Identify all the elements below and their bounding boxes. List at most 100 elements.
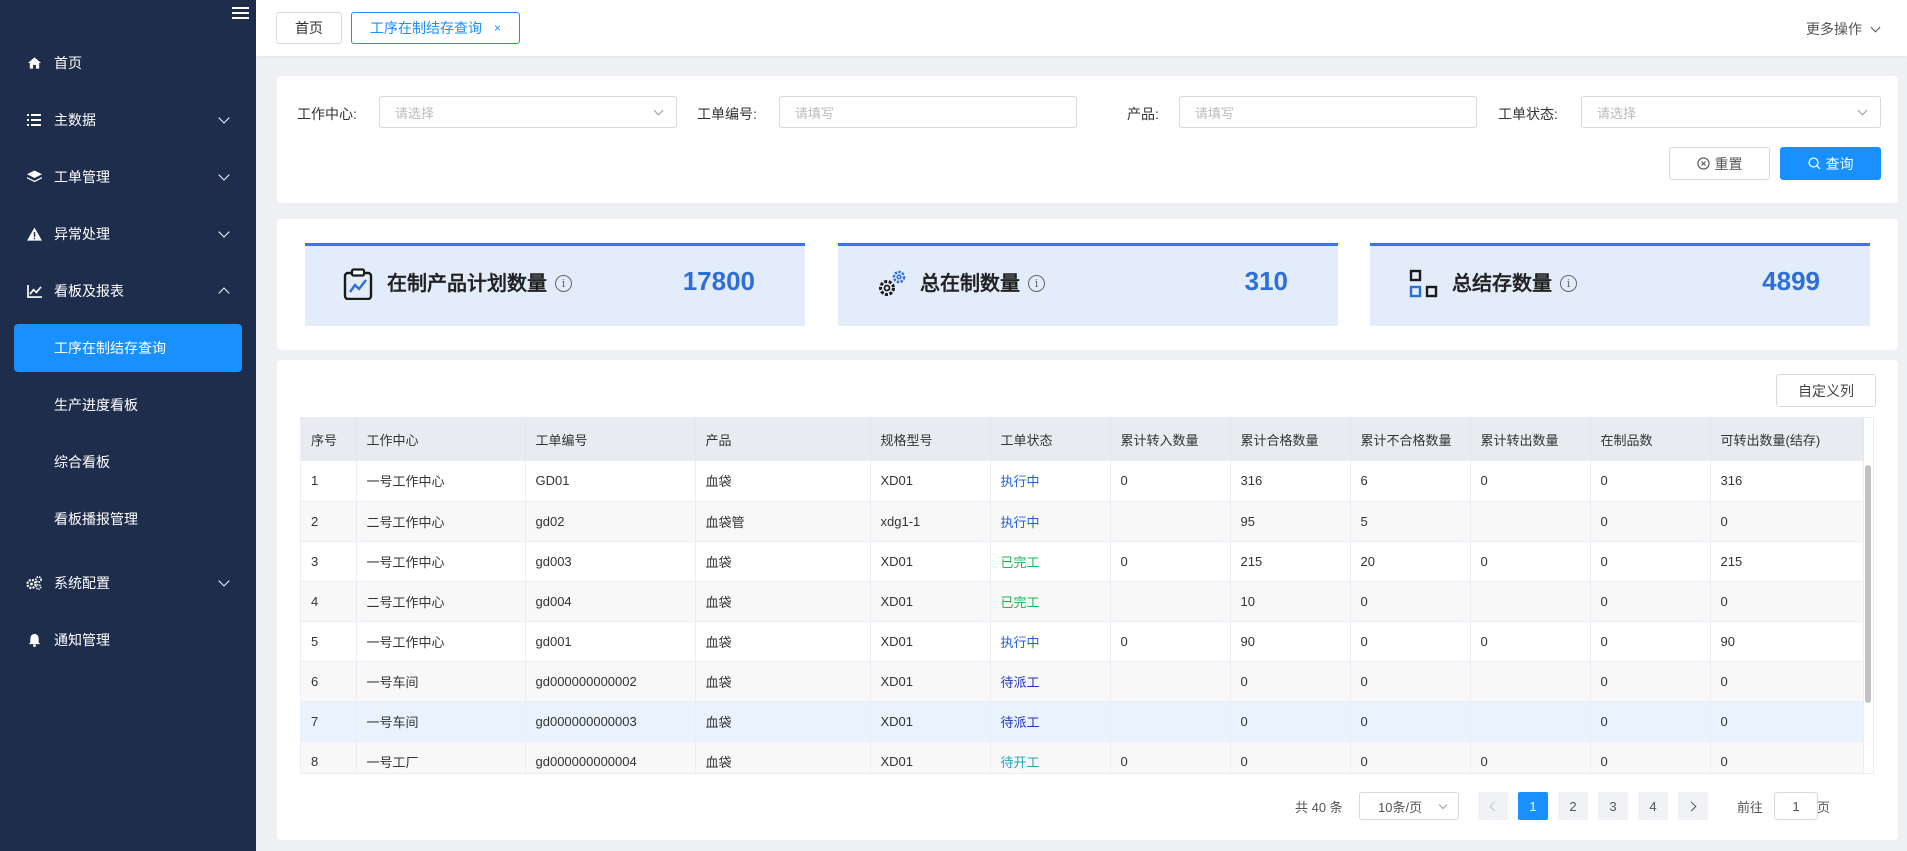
table-row[interactable]: 8 一号工厂 gd000000000004 血袋 XD01 待开工 0 0 0 0 0 0 [301,741,1864,773]
gears-icon [26,575,42,591]
table-cell: 0 [1230,701,1351,742]
table-cell [1110,501,1231,542]
table-cell: 0 [1350,741,1471,773]
table-cell: 0 [1590,621,1711,662]
page-button[interactable]: 2 [1558,792,1588,820]
table-cell: 0 [1710,501,1864,542]
more-operations-dropdown[interactable]: 更多操作 [1806,19,1881,39]
table-cell [1470,701,1591,742]
sidebar-subitem-progress-board[interactable]: 生产进度看板 [14,381,242,429]
stat-label: 总结存数量 [1452,273,1552,295]
table-cell: 1 [301,461,357,502]
work-center-select[interactable]: 请选择 [379,96,677,128]
table-row[interactable]: 3 一号工作中心 gd003 血袋 XD01 已完工 0 215 20 0 0 215 [301,541,1864,582]
chevron-down-icon [1870,22,1881,32]
table-scrollbar[interactable] [1865,465,1871,703]
table-cell: gd004 [525,581,696,622]
sidebar-item-board-report[interactable]: 看板及报表 [0,271,256,311]
sidebar-item-label: 主数据 [54,112,96,128]
query-button[interactable]: 查询 [1780,147,1881,180]
chevron-down-icon [653,105,664,116]
table-cell: 0 [1230,661,1351,702]
reset-circle-x-icon [1696,157,1710,170]
table-cell: 3 [301,541,357,582]
table-cell: 一号车间 [356,701,526,742]
column-header: 工单状态 [990,418,1111,461]
sidebar-subitem-wip-query[interactable]: 工序在制结存查询 [14,324,242,372]
table-cell: 6 [1350,461,1471,502]
table-row[interactable]: 4 二号工作中心 gd004 血袋 XD01 已完工 10 0 0 0 [301,581,1864,622]
sidebar-item-home[interactable]: 首页 [0,43,256,83]
column-header: 工作中心 [356,418,526,461]
order-no-input[interactable]: 请填写 [779,96,1077,128]
custom-columns-button[interactable]: 自定义列 [1776,374,1876,407]
table-cell: 一号工作中心 [356,461,526,502]
sidebar-subitem-board-broadcast[interactable]: 看板播报管理 [14,495,242,543]
info-icon[interactable]: i [1560,275,1577,292]
table-row[interactable]: 2 二号工作中心 gd02 血袋管 xdg1-1 执行中 95 5 0 0 [301,501,1864,542]
layers-icon [26,169,42,185]
table-row[interactable]: 5 一号工作中心 gd001 血袋 XD01 执行中 0 90 0 0 0 90 [301,621,1864,662]
table-cell: gd000000000004 [525,741,696,773]
table-cell: 血袋 [695,661,871,702]
page-size-select[interactable]: 10条/页 [1359,792,1459,820]
table-cell: 8 [301,741,357,773]
sidebar-item-work-order[interactable]: 工单管理 [0,157,256,197]
table-cell: 一号工厂 [356,741,526,773]
table-cell [1110,661,1231,702]
sidebar-item-notification[interactable]: 通知管理 [0,620,256,660]
table-cell: 一号工作中心 [356,621,526,662]
table-cell: 7 [301,701,357,742]
sidebar-item-system-config[interactable]: 系统配置 [0,563,256,603]
order-status-label: 工单状态: [1498,106,1558,122]
table-row[interactable]: 1 一号工作中心 GD01 血袋 XD01 执行中 0 316 6 0 0 316 [301,461,1864,502]
stat-planned-wip: 在制产品计划数量 i 17800 [305,243,805,326]
page-button[interactable]: 3 [1598,792,1628,820]
sidebar-item-label: 系统配置 [54,575,110,591]
page-button[interactable]: 4 [1638,792,1668,820]
sidebar-item-master-data[interactable]: 主数据 [0,100,256,140]
column-header: 累计转出数量 [1470,418,1591,461]
table-cell: 90 [1230,621,1351,662]
table-cell: gd003 [525,541,696,582]
table-cell: 0 [1350,661,1471,702]
table-row[interactable]: 6 一号车间 gd000000000002 血袋 XD01 待派工 0 0 0 0 [301,661,1864,702]
table-cell: 5 [301,621,357,662]
tab-wip-query[interactable]: 工序在制结存查询 × [351,12,521,44]
page-button[interactable]: 1 [1518,792,1548,820]
table-cell: 二号工作中心 [356,501,526,542]
prev-page-button[interactable] [1478,792,1508,820]
table-cell: 4 [301,581,357,622]
status-cell: 待派工 [990,701,1111,742]
table-cell: gd02 [525,501,696,542]
sidebar-item-exception[interactable]: 异常处理 [0,214,256,254]
info-icon[interactable]: i [555,275,572,292]
sidebar-item-label: 异常处理 [54,226,110,242]
info-icon[interactable]: i [1028,275,1045,292]
close-icon[interactable]: × [494,21,501,35]
table-cell: 316 [1710,461,1864,502]
column-header: 序号 [301,418,357,461]
hamburger-menu-icon[interactable] [232,7,249,22]
table-cell: 0 [1230,741,1351,773]
reset-button[interactable]: 重置 [1669,147,1770,180]
chevron-down-icon [1438,800,1448,810]
tab-home[interactable]: 首页 [276,12,342,44]
table-cell: gd001 [525,621,696,662]
table-cell: 血袋 [695,461,871,502]
table-row[interactable]: 7 一号车间 gd000000000003 血袋 XD01 待派工 0 0 0 0 [301,701,1864,742]
table-cell: 2 [301,501,357,542]
sidebar-subitem-overview-board[interactable]: 综合看板 [14,438,242,486]
column-header: 累计不合格数量 [1350,418,1471,461]
order-status-select[interactable]: 请选择 [1581,96,1881,128]
product-input[interactable]: 请填写 [1179,96,1477,128]
table-cell: 0 [1590,661,1711,702]
table-cell: 0 [1470,741,1591,773]
table-cell: 二号工作中心 [356,581,526,622]
stat-value: 4899 [1762,266,1820,296]
stat-total-wip: 总在制数量 i 310 [838,243,1338,326]
table-cell: 一号车间 [356,661,526,702]
next-page-button[interactable] [1678,792,1708,820]
status-cell: 执行中 [990,621,1111,662]
goto-page-input[interactable]: 1 [1774,792,1818,820]
